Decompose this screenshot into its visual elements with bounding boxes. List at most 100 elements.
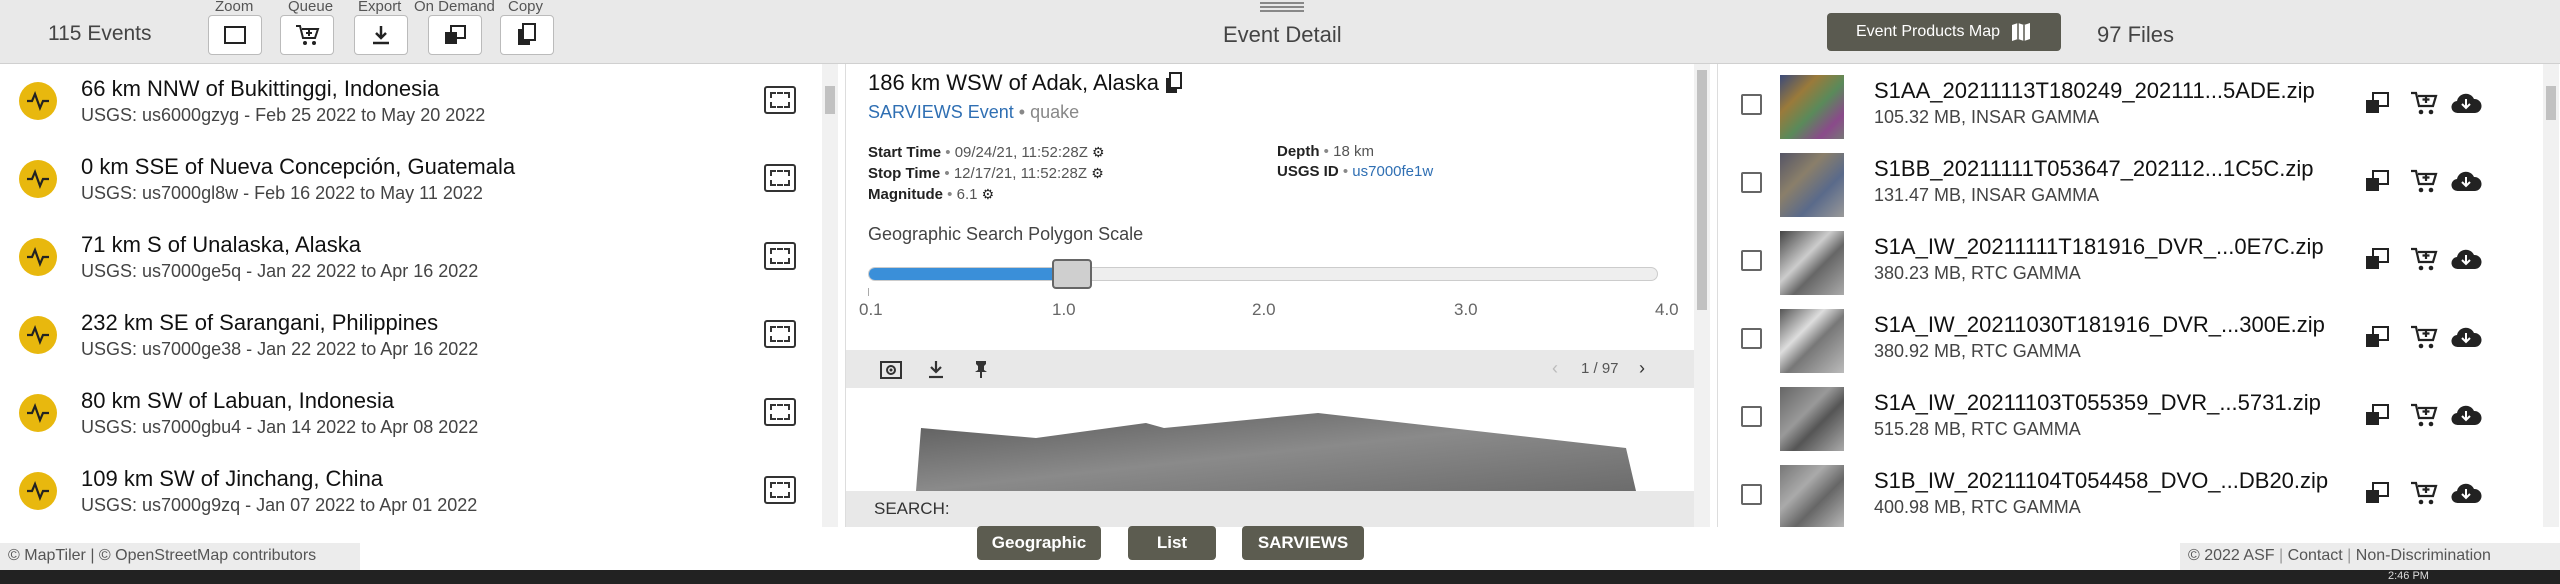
separator-dot: •: [1018, 102, 1026, 122]
cloud-download-icon[interactable]: [2449, 320, 2483, 354]
file-thumbnail: [1780, 465, 1844, 527]
usgs-id-link[interactable]: us7000fe1w: [1352, 163, 1433, 180]
zoom-to-event-icon[interactable]: [764, 398, 796, 426]
detail-scrollbar[interactable]: [1694, 64, 1710, 527]
sarviews-search-button[interactable]: SARVIEWS: [1242, 526, 1364, 560]
file-checkbox[interactable]: [1741, 484, 1762, 505]
pager-count: 1 / 97: [1581, 360, 1619, 377]
cloud-download-icon[interactable]: [2449, 476, 2483, 510]
file-list-item[interactable]: S1AA_20211113T180249_202111...5ADE.zip 1…: [1718, 64, 2538, 142]
file-list-item[interactable]: S1A_IW_20211111T181916_DVR_...0E7C.zip 3…: [1718, 220, 2538, 298]
on-demand-icon[interactable]: [2360, 320, 2394, 354]
copy-icon[interactable]: [1165, 72, 1183, 94]
preview-icon[interactable]: [880, 360, 902, 380]
gear-icon[interactable]: ⚙: [1092, 144, 1105, 160]
file-name: S1B_IW_20211104T054458_DVO_...DB20.zip: [1874, 468, 2329, 493]
file-checkbox[interactable]: [1741, 328, 1762, 349]
file-list-item[interactable]: S1B_IW_20211104T054458_DVO_...DB20.zip 4…: [1718, 454, 2538, 527]
depth-label: Depth: [1277, 143, 1320, 160]
file-list-item[interactable]: S1BB_20211111T053647_202112...1C5C.zip 1…: [1718, 142, 2538, 220]
file-checkbox[interactable]: [1741, 172, 1762, 193]
cart-add-icon[interactable]: [2407, 242, 2441, 276]
cart-add-icon[interactable]: [2407, 320, 2441, 354]
cart-add-icon[interactable]: [2407, 398, 2441, 432]
geographic-search-button[interactable]: Geographic: [977, 526, 1101, 560]
event-type: quake: [1030, 102, 1080, 122]
tick-label: 0.1: [859, 300, 883, 319]
cloud-download-icon[interactable]: [2449, 398, 2483, 432]
file-checkbox[interactable]: [1741, 94, 1762, 115]
pager-next-icon[interactable]: ›: [1639, 358, 1645, 379]
quake-icon: [19, 82, 57, 120]
file-list-item[interactable]: S1A_IW_20211103T055359_DVR_...5731.zip 5…: [1718, 376, 2538, 454]
polygon-scale-slider[interactable]: [868, 259, 1658, 289]
on-demand-icon[interactable]: [2360, 86, 2394, 120]
gear-icon[interactable]: ⚙: [982, 186, 995, 202]
magnitude-label: Magnitude: [868, 186, 943, 203]
on-demand-icon[interactable]: [2360, 164, 2394, 198]
pin-icon[interactable]: [972, 359, 990, 379]
event-list-item[interactable]: 66 km NNW of Bukittinggi, Indonesia USGS…: [0, 64, 820, 142]
quake-icon: [19, 394, 57, 432]
zoom-to-event-icon[interactable]: [764, 476, 796, 504]
event-list-scroll-thumb[interactable]: [825, 86, 835, 114]
zoom-to-event-icon[interactable]: [764, 242, 796, 270]
files-scroll-thumb[interactable]: [2546, 86, 2556, 120]
zoom-to-event-icon[interactable]: [764, 164, 796, 192]
event-list-scrollbar[interactable]: [822, 64, 838, 527]
slider-tick-labels: 0.1 1.0 2.0 3.0 4.0: [846, 300, 1696, 322]
cloud-download-icon[interactable]: [2449, 242, 2483, 276]
event-title: 80 km SW of Labuan, Indonesia: [81, 388, 395, 413]
event-list-item[interactable]: 71 km S of Unalaska, Alaska USGS: us7000…: [0, 220, 820, 298]
file-list-item[interactable]: S1A_IW_20211030T181916_DVR_...300E.zip 3…: [1718, 298, 2538, 376]
stop-time-value: 12/17/21, 11:52:28Z: [953, 165, 1088, 182]
file-count: 97 Files: [2097, 22, 2175, 47]
gear-icon[interactable]: ⚙: [1091, 165, 1104, 181]
event-list: 66 km NNW of Bukittinggi, Indonesia USGS…: [0, 64, 845, 527]
cloud-download-icon[interactable]: [2449, 164, 2483, 198]
list-search-button[interactable]: List: [1128, 526, 1216, 560]
sarviews-event-link[interactable]: SARVIEWS Event: [868, 102, 1014, 122]
file-checkbox[interactable]: [1741, 250, 1762, 271]
slider-handle[interactable]: [1052, 259, 1092, 289]
event-times: Start Time • 09/24/21, 11:52:28Z ⚙ Stop …: [868, 144, 1105, 203]
event-count: 115 Events: [48, 22, 152, 45]
file-name: S1A_IW_20211103T055359_DVR_...5731.zip: [1874, 390, 2321, 415]
export-button[interactable]: [354, 15, 408, 55]
file-checkbox[interactable]: [1741, 406, 1762, 427]
on-demand-icon[interactable]: [2360, 476, 2394, 510]
detail-scroll-thumb[interactable]: [1697, 70, 1707, 310]
zoom-to-event-icon[interactable]: [764, 86, 796, 114]
zoom-to-event-icon[interactable]: [764, 320, 796, 348]
on-demand-icon[interactable]: [2360, 398, 2394, 432]
file-thumbnail: [1780, 309, 1844, 373]
on-demand-icon[interactable]: [2360, 242, 2394, 276]
download-icon[interactable]: [926, 359, 946, 379]
file-meta: 515.28 MB, RTC GAMMA: [1874, 419, 2081, 439]
event-list-item[interactable]: 0 km SSE of Nueva Concepción, Guatemala …: [0, 142, 820, 220]
cart-add-icon[interactable]: [2407, 164, 2441, 198]
download-icon: [373, 26, 389, 45]
event-list-item[interactable]: 109 km SW of Jinchang, China USGS: us700…: [0, 454, 820, 527]
export-label: Export: [358, 0, 402, 15]
files-scrollbar[interactable]: [2543, 64, 2559, 527]
tick-label: 4.0: [1655, 300, 1679, 319]
event-title: 71 km S of Unalaska, Alaska: [81, 232, 362, 257]
non-discrimination-link[interactable]: Non-Discrimination: [2356, 547, 2491, 564]
stop-time-label: Stop Time: [868, 165, 941, 182]
panel-resize-handle[interactable]: [1260, 2, 1304, 4]
usgs-id-label: USGS ID: [1277, 163, 1339, 180]
cart-add-icon[interactable]: [2407, 476, 2441, 510]
zoom-button[interactable]: [208, 15, 262, 55]
event-list-item[interactable]: 80 km SW of Labuan, Indonesia USGS: us70…: [0, 376, 820, 454]
event-list-item[interactable]: 232 km SE of Sarangani, Philippines USGS…: [0, 298, 820, 376]
cart-add-icon[interactable]: [2407, 86, 2441, 120]
contact-link[interactable]: Contact: [2288, 547, 2343, 564]
copy-button[interactable]: [500, 15, 554, 55]
on-demand-button[interactable]: [428, 15, 482, 55]
pager-prev-icon[interactable]: ‹: [1552, 358, 1558, 379]
event-detail-title: Event Detail: [1223, 22, 1342, 47]
queue-button[interactable]: [280, 15, 334, 55]
cloud-download-icon[interactable]: [2449, 86, 2483, 120]
event-products-map-button[interactable]: Event Products Map: [1827, 13, 2061, 51]
